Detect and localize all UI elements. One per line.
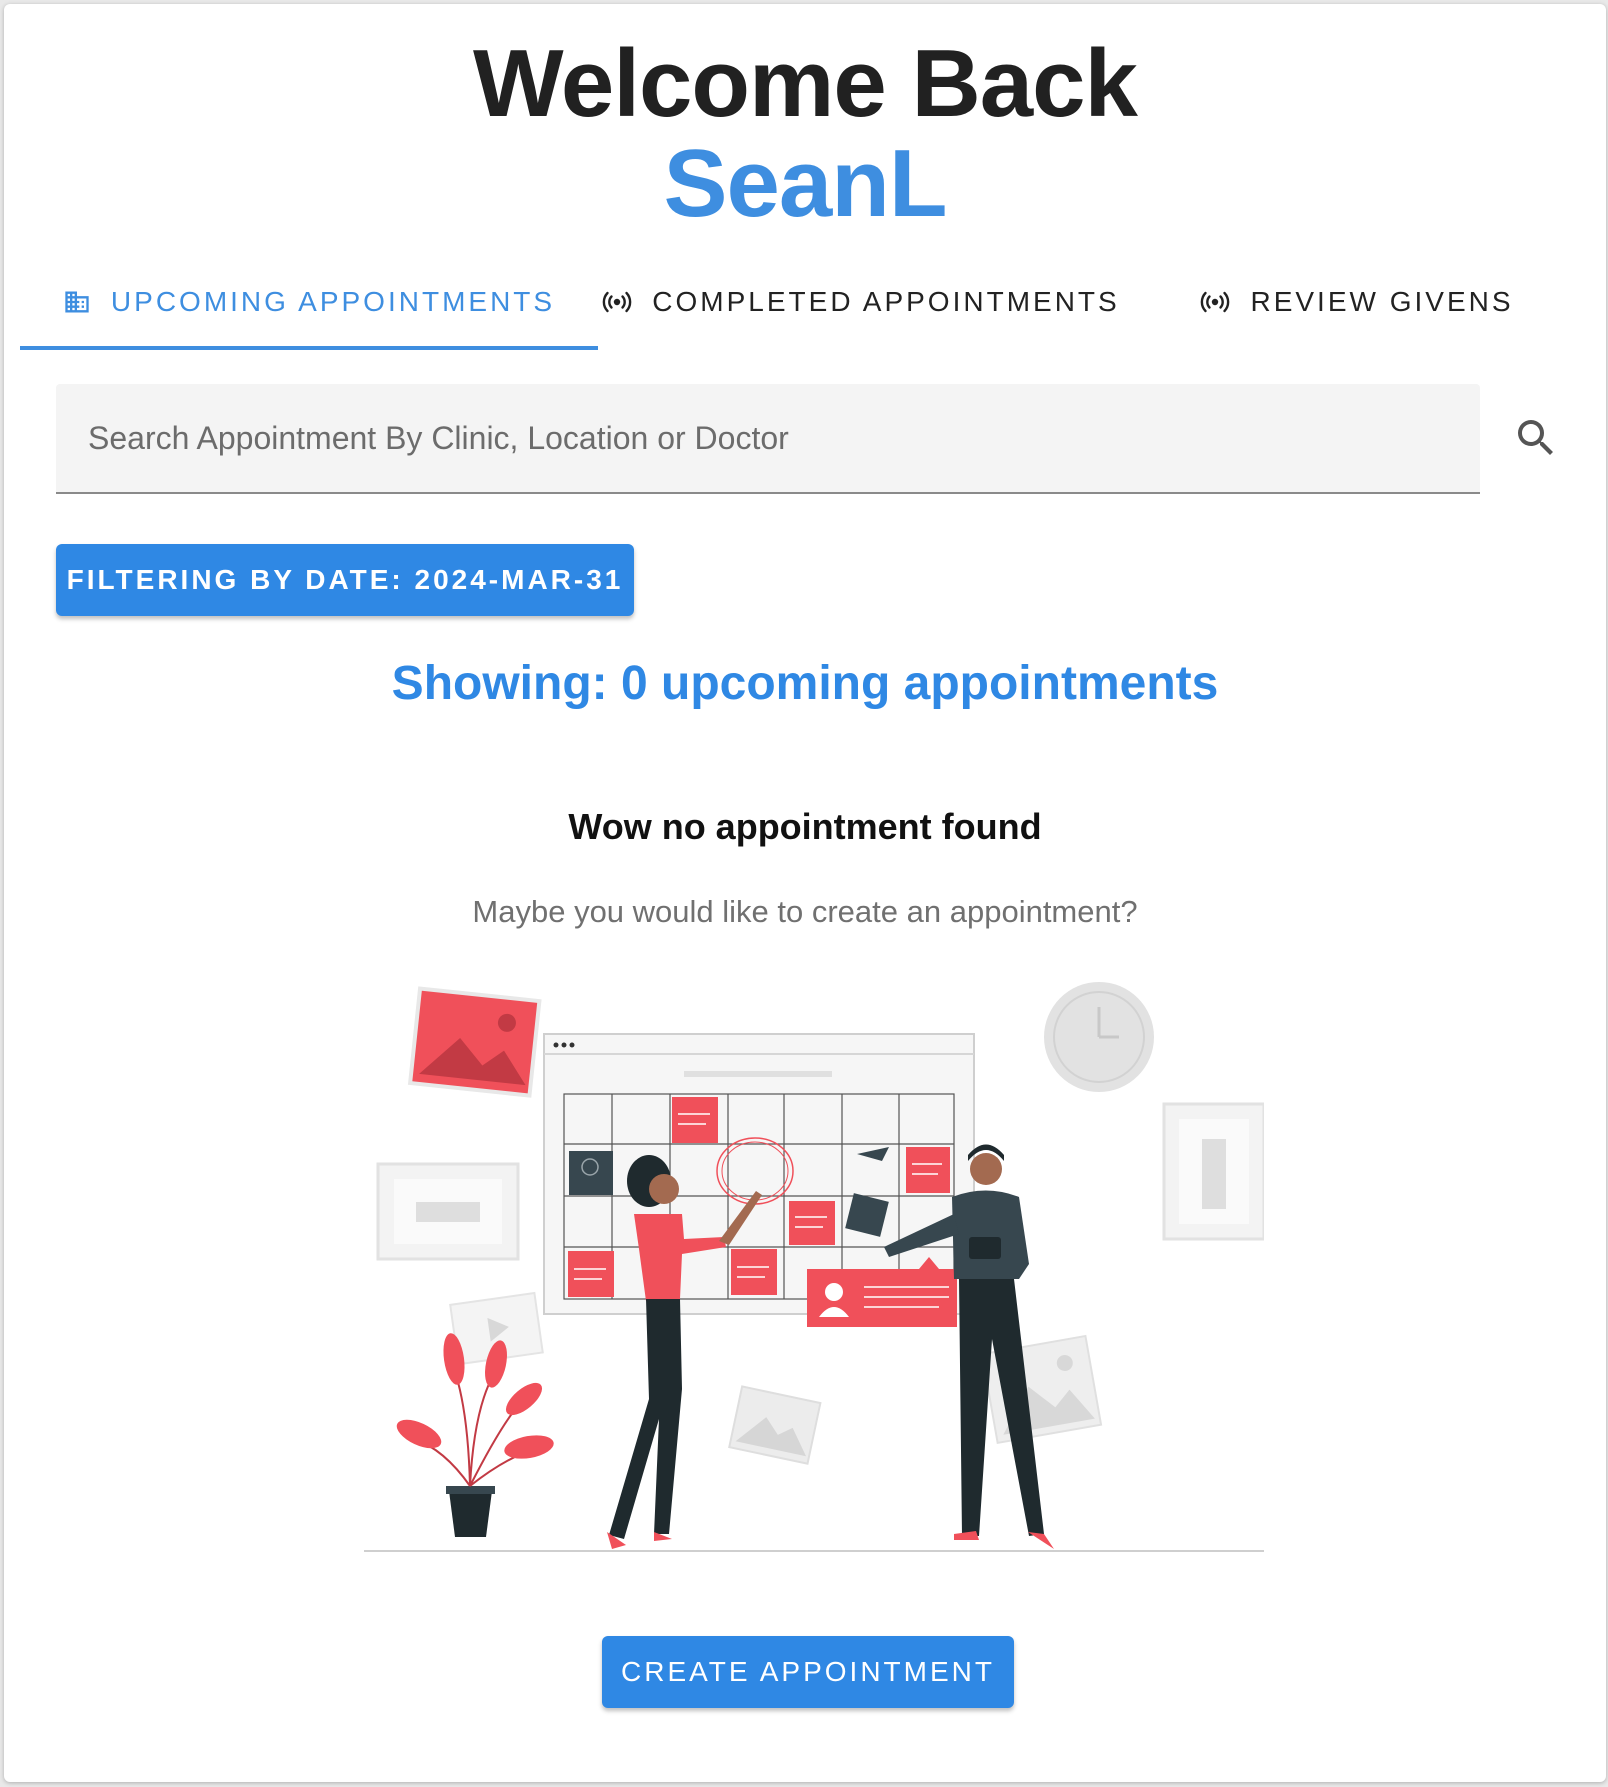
search-field: [56, 384, 1480, 494]
empty-state-subtitle: Maybe you would like to create an appoin…: [472, 894, 1138, 929]
calendar-planning-illustration: [364, 982, 1264, 1552]
empty-state-title: Wow no appointment found: [568, 806, 1042, 847]
tab-label: UPCOMING APPOINTMENTS: [110, 286, 556, 317]
building-icon: [63, 288, 91, 316]
appointments-count-heading: Showing: 0 upcoming appointments: [391, 657, 1219, 710]
search-input[interactable]: [56, 384, 1480, 492]
broadcast-icon: [1200, 290, 1230, 314]
tab-upcoming-appointments[interactable]: UPCOMING APPOINTMENTS: [20, 254, 598, 350]
tab-label: COMPLETED APPOINTMENTS: [652, 286, 1120, 317]
username-title: SeanL: [663, 130, 947, 237]
tab-completed-appointments[interactable]: COMPLETED APPOINTMENTS: [598, 254, 1124, 350]
search-button[interactable]: [1512, 414, 1560, 462]
tab-label: REVIEW GIVENS: [1250, 286, 1514, 317]
search-icon: [1518, 420, 1553, 455]
welcome-title: Welcome Back: [473, 30, 1138, 137]
create-appointment-button[interactable]: CREATE APPOINTMENT: [602, 1636, 1014, 1708]
tab-bar: UPCOMING APPOINTMENTS COMPLETED APPOINTM…: [20, 254, 1590, 350]
date-filter-button[interactable]: FILTERING BY DATE: 2024-MAR-31: [56, 544, 634, 616]
active-tab-indicator: [20, 346, 598, 350]
appointments-card: Welcome Back SeanL UPCOMING APPOINTMENTS…: [4, 4, 1606, 1782]
broadcast-icon: [602, 290, 632, 314]
tab-review-givens[interactable]: REVIEW GIVENS: [1124, 254, 1590, 350]
